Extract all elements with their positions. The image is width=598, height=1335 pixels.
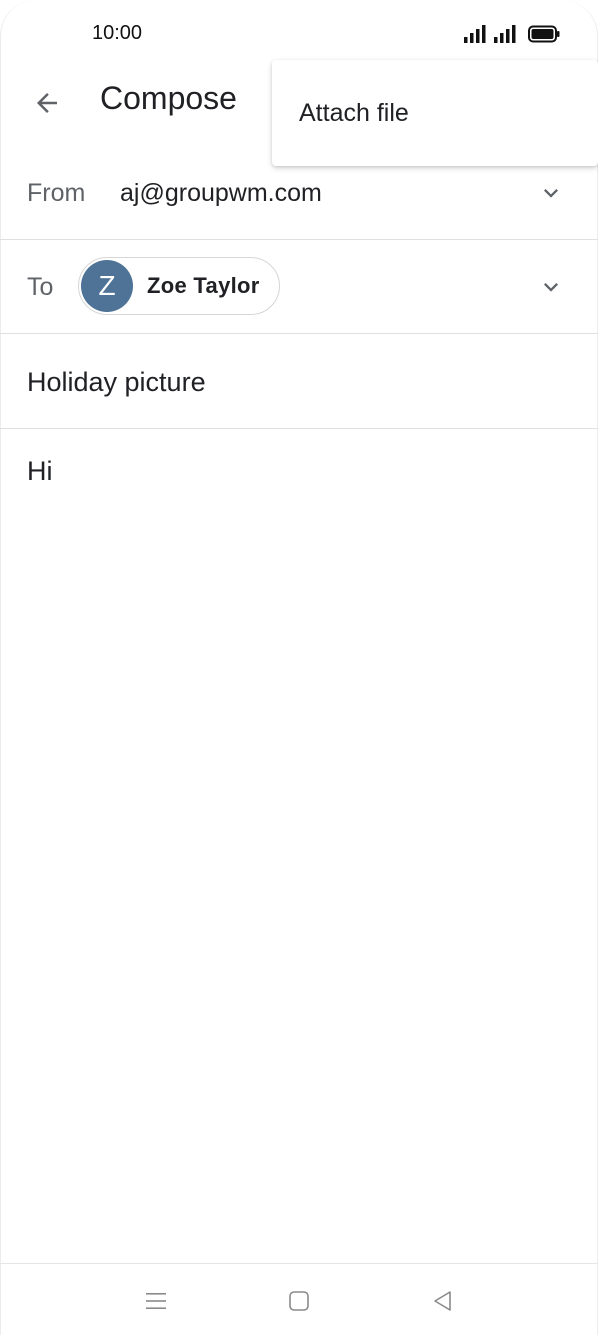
recents-button[interactable] [141, 1286, 171, 1316]
recents-icon [146, 1293, 166, 1309]
to-expand-button[interactable] [536, 272, 566, 302]
battery-icon [528, 25, 560, 43]
signal-icon [464, 25, 486, 43]
body-field[interactable]: Hi [0, 429, 598, 1263]
subject-row[interactable]: Holiday picture [0, 334, 598, 429]
menu-item-attach-file[interactable]: Attach file [272, 60, 598, 166]
arrow-back-icon [37, 93, 57, 113]
home-button[interactable] [284, 1286, 314, 1316]
back-button[interactable] [24, 80, 70, 126]
body-text: Hi [27, 456, 53, 486]
recipient-name: Zoe Taylor [147, 273, 260, 298]
chevron-down-icon [544, 283, 558, 292]
chevron-down-icon [544, 189, 558, 198]
page-title: Compose [100, 80, 237, 116]
status-bar: 10:00 [0, 0, 598, 66]
from-label: From [27, 179, 86, 207]
avatar: Z [81, 260, 133, 312]
overflow-menu: Attach file [272, 60, 598, 166]
to-label: To [27, 273, 54, 301]
recipient-chip[interactable]: Z Zoe Taylor [78, 257, 280, 315]
subject-field[interactable]: Holiday picture [27, 367, 206, 398]
from-address[interactable]: aj@groupwm.com [120, 179, 322, 208]
signal-icon [494, 25, 516, 43]
back-icon [434, 1291, 451, 1311]
from-expand-button[interactable] [536, 178, 566, 208]
system-back-button[interactable] [428, 1286, 458, 1316]
status-time: 10:00 [92, 22, 143, 44]
to-row: To Z Zoe Taylor [0, 240, 598, 334]
home-icon [289, 1291, 309, 1311]
navigation-bar [0, 1263, 598, 1335]
